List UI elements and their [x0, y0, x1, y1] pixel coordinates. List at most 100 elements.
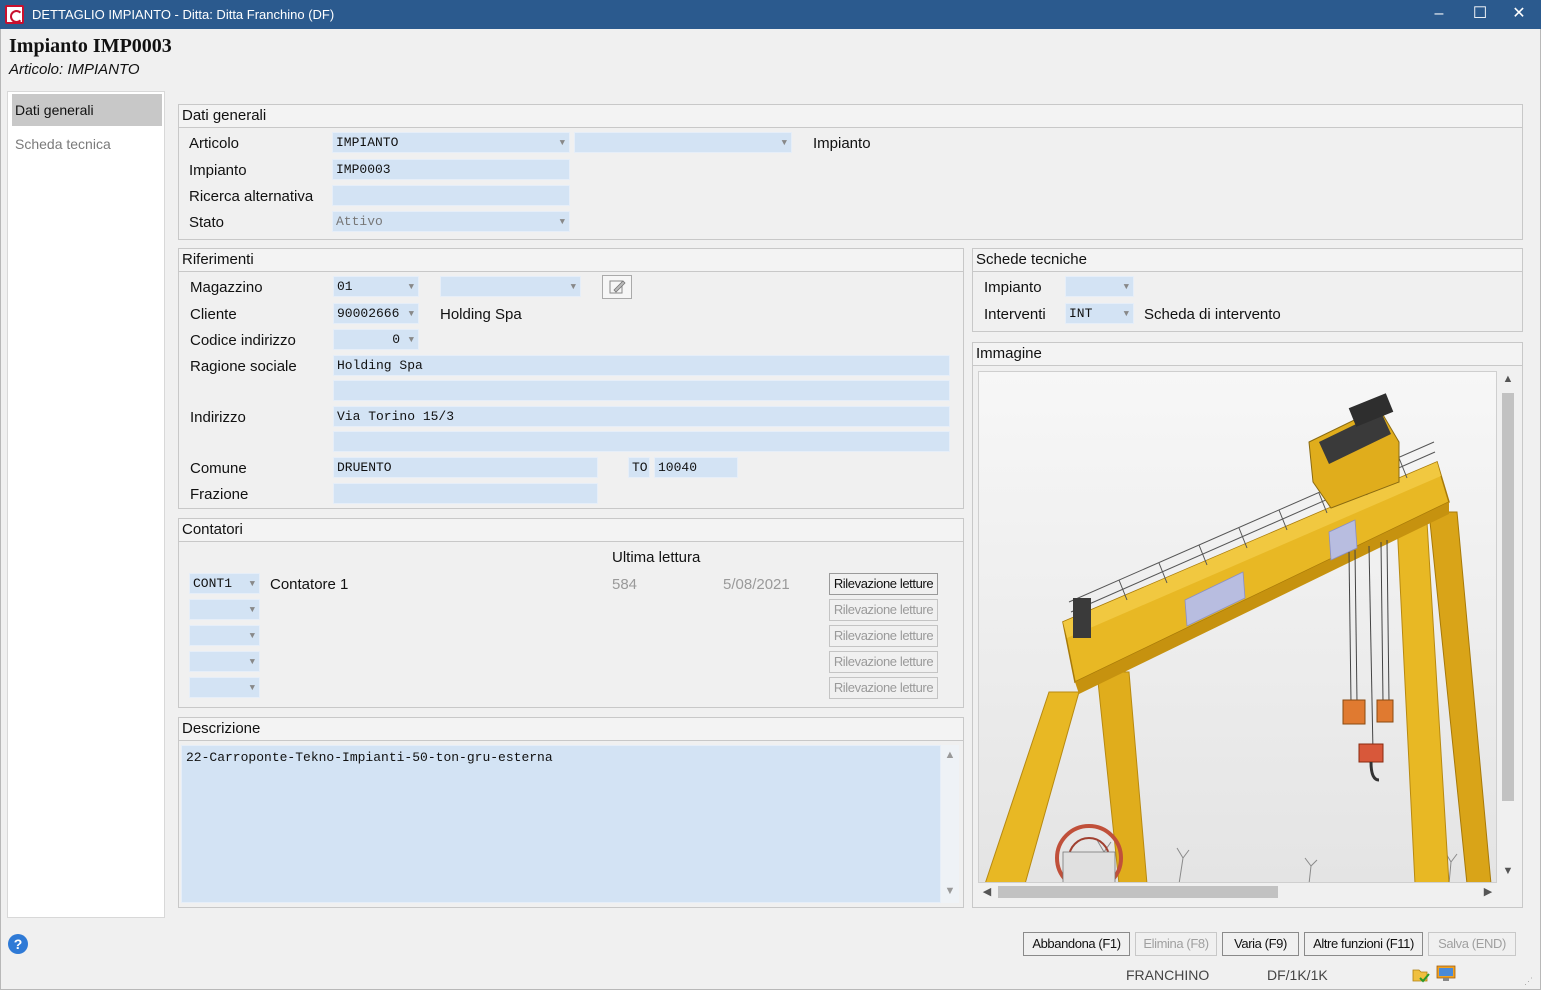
- cliente-description: Holding Spa: [440, 306, 522, 323]
- interventi-field[interactable]: INT ▼: [1065, 303, 1134, 324]
- descrizione-scrollbar[interactable]: ▲ ▼: [941, 745, 959, 903]
- comune-field[interactable]: DRUENTO: [333, 457, 598, 478]
- scroll-down-icon[interactable]: ▼: [1499, 865, 1517, 877]
- codice-indirizzo-label: Codice indirizzo: [190, 332, 296, 349]
- scroll-left-icon[interactable]: ◀: [980, 885, 994, 898]
- descrizione-group: Descrizione 22-Carroponte-Tekno-Impianti…: [178, 717, 964, 908]
- articolo-description: Impianto: [813, 135, 871, 152]
- impianto-field[interactable]: IMP0003: [332, 159, 570, 180]
- comune-label: Comune: [190, 460, 247, 477]
- scrollbar-thumb[interactable]: [1502, 393, 1514, 801]
- monitor-icon: [1436, 965, 1456, 981]
- contatore-code-field[interactable]: ▼: [189, 651, 260, 672]
- contatore-description: Contatore 1: [270, 576, 349, 593]
- contatore-code: CONT1: [193, 576, 233, 591]
- stato-select[interactable]: Attivo ▼: [332, 211, 570, 232]
- articolo-value: IMPIANTO: [336, 135, 399, 150]
- rilevazione-letture-button[interactable]: Rilevazione letture: [829, 599, 938, 621]
- scheda-impianto-field[interactable]: ▼: [1065, 276, 1134, 297]
- ultima-lettura-label: Ultima lettura: [612, 549, 701, 566]
- nav-item-dati-generali[interactable]: Dati generali: [12, 94, 162, 126]
- scroll-up-icon[interactable]: ▲: [1499, 373, 1517, 385]
- codice-indirizzo-field[interactable]: 0 ▼: [333, 329, 419, 350]
- close-button[interactable]: ✕: [1499, 0, 1539, 29]
- ragione-sociale-label: Ragione sociale: [190, 358, 297, 375]
- scheda-impianto-label: Impianto: [984, 279, 1042, 296]
- articolo-field[interactable]: IMPIANTO ▼: [332, 132, 570, 153]
- magazzino-desc-field[interactable]: ▼: [440, 276, 581, 297]
- cliente-value: 90002666: [337, 306, 400, 321]
- articolo-variant-field[interactable]: ▼: [574, 132, 792, 153]
- edit-button[interactable]: [602, 275, 632, 299]
- ragione-sociale-field[interactable]: Holding Spa: [333, 355, 950, 376]
- chevron-down-icon: ▼: [408, 309, 414, 319]
- gantry-crane-illustration: [979, 372, 1496, 882]
- cliente-field[interactable]: 90002666 ▼: [333, 303, 419, 324]
- ultima-lettura-date: 5/08/2021: [723, 576, 790, 593]
- magazzino-value: 01: [337, 279, 353, 294]
- page-subtitle: Articolo: IMPIANTO: [9, 61, 140, 78]
- descrizione-textarea[interactable]: 22-Carroponte-Tekno-Impianti-50-ton-gru-…: [181, 745, 941, 903]
- indirizzo-2-field[interactable]: [333, 431, 950, 452]
- folder-check-icon: [1412, 969, 1430, 983]
- immagine-heading: Immagine: [973, 343, 1522, 366]
- contatore-code-field[interactable]: ▼: [189, 677, 260, 698]
- chevron-down-icon: ▼: [249, 683, 255, 693]
- help-icon[interactable]: ?: [8, 934, 28, 954]
- chevron-down-icon: ▼: [1123, 282, 1129, 292]
- scroll-up-icon[interactable]: ▲: [941, 749, 959, 761]
- chevron-down-icon: ▼: [781, 138, 787, 148]
- status-user: FRANCHINO: [1126, 967, 1210, 983]
- image-vertical-scrollbar[interactable]: ▲ ▼: [1499, 371, 1517, 883]
- immagine-group: Immagine ▲ ▼ ◀ ▶: [972, 342, 1523, 908]
- contatori-heading: Contatori: [179, 519, 963, 542]
- chevron-down-icon: ▼: [408, 335, 414, 345]
- salva-button[interactable]: Salva (END): [1428, 932, 1516, 956]
- rilevazione-letture-button[interactable]: Rilevazione letture: [829, 625, 938, 647]
- cap-field[interactable]: 10040: [654, 457, 738, 478]
- scrollbar-thumb[interactable]: [998, 886, 1278, 898]
- ragione-sociale-2-field[interactable]: [333, 380, 950, 401]
- magazzino-label: Magazzino: [190, 279, 263, 296]
- indirizzo-field[interactable]: Via Torino 15/3: [333, 406, 950, 427]
- image-horizontal-scrollbar[interactable]: ◀ ▶: [978, 883, 1497, 901]
- page-title: Impianto IMP0003: [9, 35, 172, 57]
- nav-item-scheda-tecnica[interactable]: Scheda tecnica: [12, 128, 162, 160]
- chevron-down-icon: ▼: [249, 605, 255, 615]
- chevron-down-icon: ▼: [559, 217, 565, 227]
- rilevazione-letture-button[interactable]: Rilevazione letture: [829, 677, 938, 699]
- stato-label: Stato: [189, 214, 225, 231]
- contatore-code-field[interactable]: ▼: [189, 625, 260, 646]
- descrizione-heading: Descrizione: [179, 718, 963, 741]
- side-nav: Dati generali Scheda tecnica: [7, 91, 165, 918]
- magazzino-field[interactable]: 01 ▼: [333, 276, 419, 297]
- rilevazione-letture-button[interactable]: Rilevazione letture: [829, 573, 938, 595]
- contatore-code-field[interactable]: ▼: [189, 599, 260, 620]
- rilevazione-letture-button[interactable]: Rilevazione letture: [829, 651, 938, 673]
- equipment-photo: [978, 371, 1497, 883]
- maximize-button[interactable]: ☐: [1460, 0, 1500, 29]
- articolo-label: Articolo: [189, 135, 240, 152]
- ultima-lettura-value: 584: [612, 576, 638, 593]
- resize-grip-icon[interactable]: ⋰: [1524, 976, 1534, 986]
- provincia-field[interactable]: TO: [628, 457, 650, 478]
- edit-icon: [609, 280, 626, 294]
- codice-indirizzo-value: 0: [392, 332, 400, 347]
- indirizzo-label: Indirizzo: [190, 409, 246, 426]
- scroll-down-icon[interactable]: ▼: [941, 885, 959, 897]
- chevron-down-icon: ▼: [249, 579, 255, 589]
- abbandona-button[interactable]: Abbandona (F1): [1023, 932, 1130, 956]
- varia-button[interactable]: Varia (F9): [1222, 932, 1299, 956]
- elimina-button[interactable]: Elimina (F8): [1135, 932, 1217, 956]
- schede-tecniche-group: Schede tecniche Impianto ▼ Interventi IN…: [972, 248, 1523, 332]
- minimize-button[interactable]: –: [1419, 0, 1459, 29]
- altre-funzioni-button[interactable]: Altre funzioni (F11): [1304, 932, 1423, 956]
- chevron-down-icon: ▼: [408, 282, 414, 292]
- frazione-field[interactable]: [333, 483, 598, 504]
- contatore-code-field[interactable]: CONT1 ▼: [189, 573, 260, 594]
- schede-tecniche-heading: Schede tecniche: [973, 249, 1522, 272]
- ricerca-alternativa-field[interactable]: [332, 185, 570, 206]
- interventi-value: INT: [1069, 306, 1093, 321]
- dati-generali-heading: Dati generali: [179, 105, 1522, 128]
- scroll-right-icon[interactable]: ▶: [1481, 885, 1495, 898]
